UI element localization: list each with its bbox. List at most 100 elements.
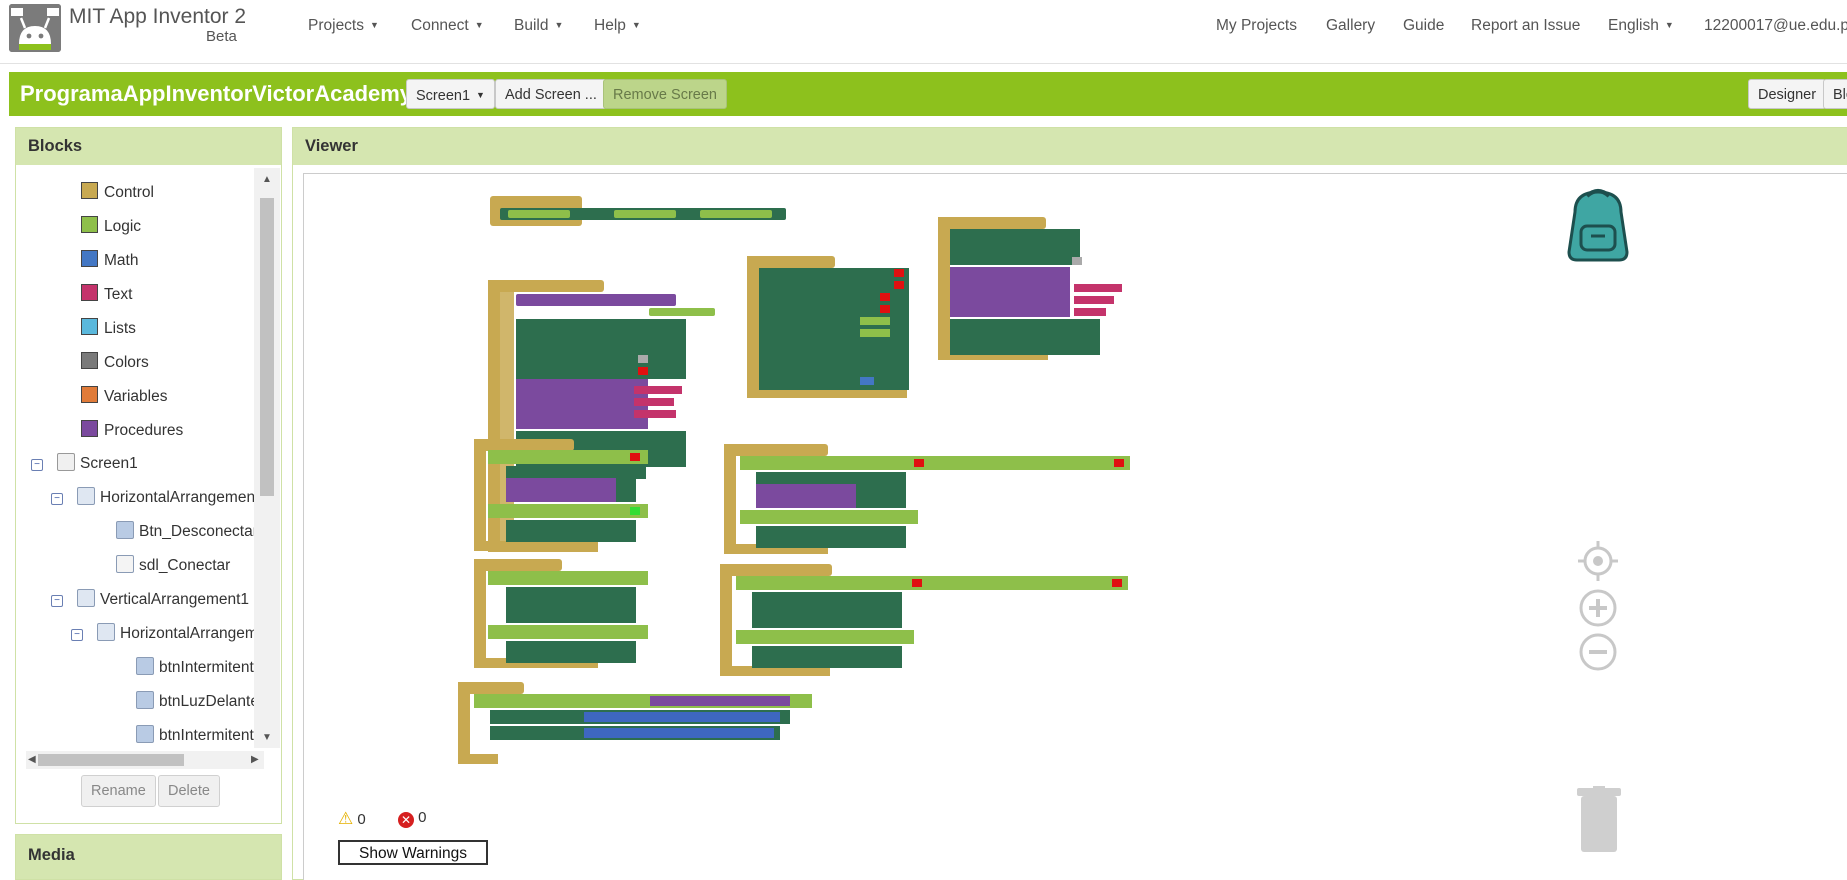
builtin-logic[interactable]: Logic — [81, 212, 141, 242]
lists-color-swatch — [81, 318, 98, 335]
component-btn-desconectar[interactable]: Btn_Desconectar — [116, 517, 254, 547]
blocks-panel: Blocks Control Logic Math Text Lists Col… — [15, 127, 282, 824]
link-guide[interactable]: Guide — [1403, 17, 1444, 35]
builtin-label: Colors — [104, 354, 149, 371]
vertical-arrangement-icon — [77, 589, 95, 607]
component-label: HorizontalArrangement1 — [100, 489, 254, 506]
horizontal-arrangement-icon — [77, 487, 95, 505]
media-panel-title: Media — [16, 835, 281, 879]
crosshair-center-icon[interactable] — [1578, 541, 1618, 581]
logic-color-swatch — [81, 216, 98, 233]
add-screen-button[interactable]: Add Screen ... — [495, 79, 607, 109]
component-btn-intermitente-derecha[interactable]: btnIntermitenteDerecha — [136, 721, 254, 748]
builtin-text[interactable]: Text — [81, 280, 132, 310]
math-color-swatch — [81, 250, 98, 267]
trash-can-icon[interactable] — [1577, 786, 1621, 854]
menu-help[interactable]: Help ▼ — [594, 17, 641, 35]
builtin-control[interactable]: Control — [81, 178, 154, 208]
builtin-procedures[interactable]: Procedures — [81, 416, 183, 446]
component-btn-luz-delantera[interactable]: btnLuzDelantera — [136, 687, 254, 717]
language-menu[interactable]: English ▼ — [1608, 17, 1674, 35]
viewer-title: Viewer — [293, 128, 1847, 165]
menu-label: Help — [594, 17, 626, 34]
scroll-down-icon[interactable]: ▼ — [262, 732, 272, 743]
component-horizontal-arrangement-2[interactable]: − HorizontalArrangement2 — [71, 619, 254, 649]
caret-down-icon: ▼ — [554, 20, 564, 30]
component-label: sdl_Conectar — [139, 557, 231, 574]
collapse-toggle-icon[interactable]: − — [31, 459, 43, 471]
warning-indicator: ⚠ 0 — [338, 809, 366, 829]
zoom-in-icon[interactable] — [1578, 588, 1618, 628]
delete-button[interactable]: Delete — [158, 775, 220, 807]
caret-down-icon: ▼ — [1664, 20, 1674, 30]
component-vertical-arrangement-1[interactable]: − VerticalArrangement1 — [51, 585, 249, 615]
app-beta-label: Beta — [206, 28, 237, 45]
event-block-intermitente-derecha-click[interactable] — [724, 444, 1130, 554]
component-screen1[interactable]: − Screen1 — [31, 449, 138, 479]
scroll-up-icon[interactable]: ▲ — [262, 174, 272, 185]
event-block-screen-initialize[interactable] — [747, 256, 909, 398]
scrollbar-thumb[interactable] — [260, 198, 274, 496]
builtin-lists[interactable]: Lists — [81, 314, 136, 344]
warning-triangle-icon: ⚠ — [338, 809, 354, 828]
backpack-icon[interactable] — [1557, 186, 1639, 264]
top-navigation-bar: MIT App Inventor 2 Beta Projects ▼ Connec… — [0, 0, 1847, 64]
scroll-left-icon[interactable]: ◀ — [28, 754, 36, 765]
menu-connect[interactable]: Connect ▼ — [411, 17, 484, 35]
event-block-before-picking[interactable] — [490, 196, 786, 226]
show-warnings-button[interactable]: Show Warnings — [338, 840, 488, 865]
component-label: Btn_Desconectar — [139, 523, 254, 540]
designer-button[interactable]: Designer — [1748, 79, 1827, 109]
screen-select[interactable]: Screen1 ▼ — [406, 79, 495, 109]
component-horizontal-arrangement-1[interactable]: − HorizontalArrangement1 — [51, 483, 254, 513]
blocks-editor-button[interactable]: Blocks — [1823, 79, 1847, 109]
screen-select-label: Screen1 — [416, 88, 471, 104]
blocks-horizontal-scrollbar[interactable]: ◀ ▶ — [26, 751, 264, 769]
collapse-toggle-icon[interactable]: − — [51, 493, 63, 505]
component-btn-intermitente-izquierda[interactable]: btnIntermitenteIzquierda — [136, 653, 254, 683]
menu-build[interactable]: Build ▼ — [514, 17, 563, 35]
event-block-luz-trasera-click[interactable] — [474, 559, 648, 668]
remove-screen-button[interactable]: Remove Screen — [603, 79, 727, 109]
event-block-intermitente-izquierda-click[interactable] — [720, 564, 1128, 676]
horizontal-arrangement-icon — [97, 623, 115, 641]
builtin-colors[interactable]: Colors — [81, 348, 149, 378]
component-sdl-conectar[interactable]: sdl_Conectar — [116, 551, 230, 581]
collapse-toggle-icon[interactable]: − — [51, 595, 63, 607]
text-color-swatch — [81, 284, 98, 301]
link-gallery[interactable]: Gallery — [1326, 17, 1375, 35]
account-menu[interactable]: 12200017@ue.edu.pe — [1704, 17, 1847, 35]
button-component-icon — [116, 521, 134, 539]
colors-color-swatch — [81, 352, 98, 369]
scroll-right-icon[interactable]: ▶ — [251, 754, 259, 765]
blocks-tree: Control Logic Math Text Lists Colors Var… — [16, 168, 254, 748]
errors-count: 0 — [418, 809, 427, 826]
builtin-math[interactable]: Math — [81, 246, 138, 276]
android-robot-logo-icon[interactable] — [9, 4, 61, 52]
zoom-out-icon[interactable] — [1578, 632, 1618, 672]
component-label: btnIntermitenteDerecha — [159, 727, 254, 744]
blocks-vertical-scrollbar[interactable]: ▲ ▼ — [254, 168, 280, 748]
component-label: btnIntermitenteIzquierda — [159, 659, 254, 676]
button-component-icon — [136, 657, 154, 675]
rename-button[interactable]: Rename — [81, 775, 156, 807]
screen-icon — [57, 453, 75, 471]
link-my-projects[interactable]: My Projects — [1216, 17, 1297, 35]
blocks-canvas[interactable] — [304, 174, 1847, 880]
scrollbar-thumb[interactable] — [38, 754, 184, 766]
builtin-label: Procedures — [104, 422, 184, 439]
caret-down-icon: ▼ — [370, 20, 379, 30]
builtin-label: Logic — [104, 218, 142, 235]
collapse-toggle-icon[interactable]: − — [71, 629, 83, 641]
link-report-issue[interactable]: Report an Issue — [1471, 17, 1580, 35]
menu-projects[interactable]: Projects ▼ — [308, 17, 379, 35]
viewer-panel: Viewer ⚠ 0 ✕ 0 Show Warnings — [292, 127, 1847, 880]
event-block-desconectar-click[interactable] — [938, 217, 1122, 360]
caret-down-icon: ▼ — [474, 20, 484, 30]
event-block-clock-timer[interactable] — [458, 682, 812, 764]
builtin-variables[interactable]: Variables — [81, 382, 167, 412]
component-label: btnLuzDelantera — [159, 693, 254, 710]
caret-down-icon: ▼ — [631, 20, 641, 30]
menu-label: Build — [514, 17, 549, 34]
blocks-workspace[interactable]: ⚠ 0 ✕ 0 Show Warnings — [303, 173, 1847, 880]
